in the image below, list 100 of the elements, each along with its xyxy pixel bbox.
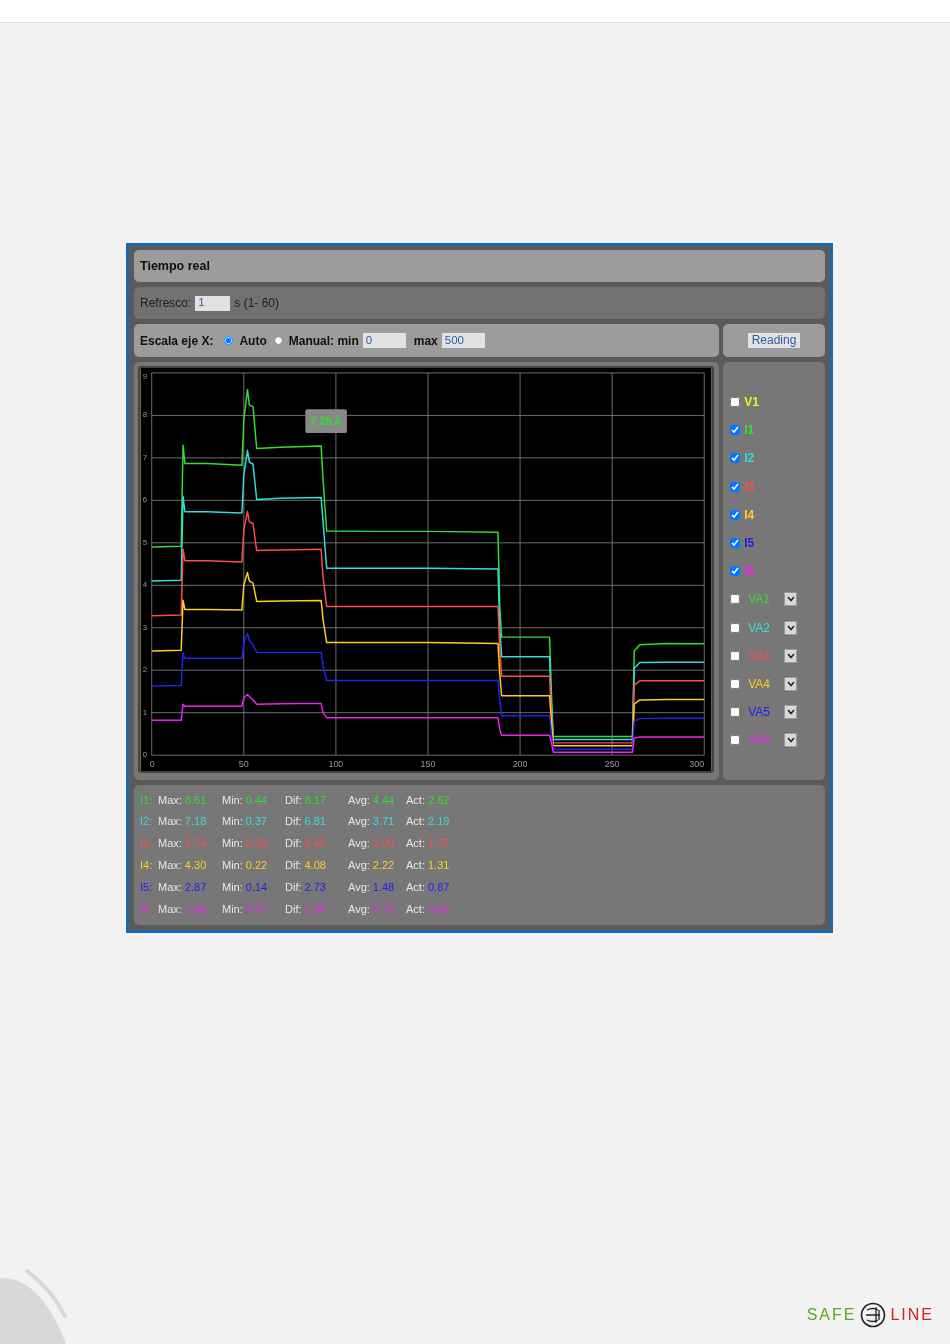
max-label: max [413,332,438,350]
stat-channel-label: I2: [140,814,154,830]
stat-value: 2.19 [427,815,450,828]
dropdown-button[interactable] [784,648,798,663]
stat-name: Avg: [348,815,370,828]
channel-checkbox[interactable] [730,509,741,520]
stat-value: 0.43 [427,902,450,915]
x-tick-label: 50 [238,759,249,770]
stat-name: Max: [158,793,182,806]
panel-title: Tiempo real [134,250,825,282]
channel-checkbox[interactable] [730,425,741,436]
y-tick-label: 3 [142,622,148,632]
stat-value: 4.30 [184,859,207,872]
stat-name: Dif: [285,793,302,806]
stat-name: Act: [406,793,425,806]
stat-name: Min: [222,837,243,850]
stat-value: 0.29 [245,837,268,850]
stat-channel-label: I5: [140,879,154,895]
stat-value: 7.18 [184,815,207,828]
channel-label[interactable]: VA5 [748,703,785,722]
stat-value: 2.90 [372,837,395,850]
stat-name: Max: [158,815,182,828]
stat-name: Dif: [285,859,302,872]
stat-name: Act: [406,859,425,872]
y-tick-label: 8 [142,410,148,420]
stat-value: 0.37 [245,815,268,828]
stat-value: 0.07 [245,902,268,915]
stat-value: 0.73 [372,902,395,915]
channel-label[interactable]: VA2 [748,618,785,637]
stat-value: 1.43 [184,902,207,915]
stat-value: 8.61 [184,793,207,806]
stat-name: Act: [406,902,425,915]
x-tick-label: 0 [149,759,155,770]
stat-value: 4.08 [304,859,326,872]
channel-checkbox[interactable] [730,735,741,746]
channel-checkbox[interactable] [730,481,741,492]
dropdown-button[interactable] [784,676,798,691]
channel-label[interactable]: I5 [744,534,755,553]
channel-label[interactable]: VA4 [748,674,785,693]
channel-checkbox[interactable] [730,650,741,661]
stat-name: Max: [158,837,182,850]
stat-name: Avg: [348,902,370,915]
y-tick-label: 6 [142,495,148,505]
stat-value: 1.48 [372,880,395,893]
stat-value: 1.75 [427,837,450,850]
channel-checkbox[interactable] [730,566,741,577]
channel-checkbox[interactable] [730,707,741,718]
channel-label[interactable]: VA1 [748,590,785,609]
refresh-range-text: s (1- 60) [234,295,280,312]
channel-label[interactable]: I3 [744,477,755,496]
y-tick-label: 5 [142,537,148,547]
channel-checkbox[interactable] [730,538,741,549]
x-axis-scale-label: Escala eje X: [140,332,214,350]
channel-label[interactable]: VA3 [748,646,785,665]
stat-value: 5.74 [184,837,207,850]
y-tick-label: 2 [142,665,148,675]
y-tick-label: 7 [142,452,148,462]
reading-button[interactable]: Reading [747,333,801,348]
y-tick-label: 4 [142,580,148,590]
stat-name: Dif: [285,815,302,828]
stat-value: 2.87 [184,880,207,893]
channel-label[interactable]: I1 [744,421,755,440]
dropdown-button[interactable] [784,705,798,720]
dropdown-button[interactable] [784,620,798,635]
max-input[interactable]: 500 [441,333,485,348]
caret-icon [786,709,795,716]
channel-checkbox[interactable] [730,622,741,633]
channel-checkbox[interactable] [730,453,741,464]
dropdown-button[interactable] [784,592,798,607]
stat-name: Avg: [348,793,370,806]
value-tooltip: 7.28 A [305,409,347,434]
stat-name: Act: [406,880,425,893]
refresh-label: Refresco: [140,295,192,312]
stat-name: Min: [222,815,243,828]
channel-checkbox[interactable] [730,678,741,689]
channel-checkbox[interactable] [730,397,741,408]
logo-text: LINE [890,1305,934,1325]
radio-button[interactable] [273,336,283,345]
stat-value: 0.87 [427,880,450,893]
caret-icon [786,624,795,631]
stat-value: 4.44 [372,793,395,806]
y-tick-label: 1 [142,707,148,717]
radio-button[interactable] [224,336,234,345]
x-tick-label: 300 [689,759,705,770]
min-input[interactable]: 0 [362,333,406,348]
stat-value: 0.14 [245,880,268,893]
channel-label[interactable]: V1 [744,393,759,412]
stat-name: Max: [158,902,182,915]
caret-icon [786,737,795,744]
channel-label[interactable]: I4 [744,505,755,524]
radio-label[interactable]: Manual: min [288,331,359,350]
refresh-input[interactable]: 1 [195,295,231,311]
y-tick-label: 0 [142,750,148,760]
caret-icon [786,680,795,687]
channel-label[interactable]: I2 [744,449,755,468]
channel-checkbox[interactable] [730,594,741,605]
radio-label[interactable]: Auto [239,331,267,350]
dropdown-button[interactable] [784,733,798,748]
annotation: 7.28 A [310,415,343,428]
stat-name: Min: [222,793,243,806]
